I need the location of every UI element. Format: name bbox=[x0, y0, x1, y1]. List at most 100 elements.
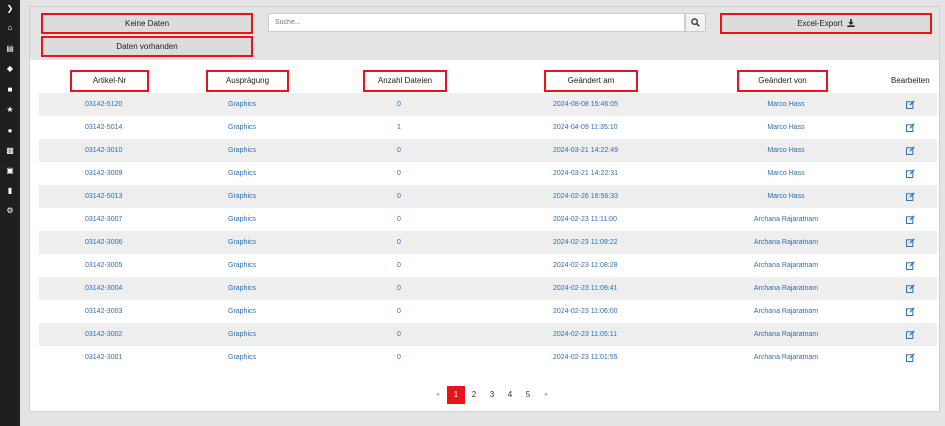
geaendert-am-cell: 2024-02-23 11:11:00 bbox=[553, 216, 617, 223]
edit-icon[interactable] bbox=[906, 254, 915, 277]
artikel-nr-link[interactable]: 03142-3007 bbox=[85, 208, 122, 231]
geaendert-von-cell: Archana Rajaratnam bbox=[753, 216, 819, 223]
chart-icon[interactable]: ● bbox=[0, 124, 20, 138]
artikel-nr-link[interactable]: 03142-3009 bbox=[85, 162, 122, 185]
geaendert-von-cell: Marco Hass bbox=[767, 147, 805, 154]
page-2-button[interactable]: 2 bbox=[465, 386, 483, 404]
artikel-nr-link[interactable]: 03142-5120 bbox=[85, 93, 122, 116]
search-input[interactable] bbox=[268, 13, 685, 32]
artikel-nr-link[interactable]: 03142-3002 bbox=[85, 323, 122, 346]
clipboard-icon[interactable]: ▣ bbox=[0, 164, 20, 178]
main-panel: Keine Daten Daten vorhanden Excel-Export… bbox=[29, 6, 940, 412]
artikel-nr-link[interactable]: 03142-3005 bbox=[85, 254, 122, 277]
edit-icon[interactable] bbox=[906, 208, 915, 231]
geaendert-am-cell: 2024-02-23 11:01:55 bbox=[553, 354, 618, 361]
auspraegung-cell: Graphics bbox=[228, 193, 257, 200]
anzahl-dateien-cell: 0 bbox=[397, 331, 401, 338]
artikel-nr-link[interactable]: 03142-5014 bbox=[85, 116, 122, 139]
table-row: 03142-3004 Graphics 0 2024-02-23 11:09:41 Ar… bbox=[39, 277, 937, 300]
column-header-anzahl-dateien[interactable]: Anzahl Dateien bbox=[363, 70, 447, 92]
page-5-button[interactable]: 5 bbox=[519, 386, 537, 404]
table-row: 03142-3003 Graphics 0 2024-02-23 11:06:00 Ar… bbox=[39, 300, 937, 323]
chevron-right-icon[interactable]: ❯ bbox=[0, 2, 20, 16]
anzahl-dateien-cell: 0 bbox=[397, 193, 401, 200]
anzahl-dateien-cell: 0 bbox=[397, 216, 401, 223]
geaendert-am-cell: 2024-02-23 11:09:22 bbox=[553, 239, 618, 246]
edit-icon[interactable] bbox=[906, 231, 915, 254]
keine-daten-button[interactable]: Keine Daten bbox=[41, 13, 253, 34]
edit-icon[interactable] bbox=[906, 185, 915, 208]
auspraegung-cell: Graphics bbox=[228, 124, 257, 131]
auspraegung-cell: Graphics bbox=[228, 331, 257, 338]
geaendert-am-cell: 2024-03-21 14:22:49 bbox=[553, 147, 618, 154]
search-icon bbox=[691, 18, 700, 27]
column-header-geaendert-von[interactable]: Geändert von bbox=[737, 70, 828, 92]
pagination-next[interactable]: » bbox=[537, 386, 555, 404]
geaendert-am-cell: 2024-03-21 14:22:31 bbox=[553, 170, 618, 177]
auspraegung-cell: Graphics bbox=[228, 170, 257, 177]
data-table: 03142-5120 Graphics 0 2024-08-08 15:46:05 Ma… bbox=[39, 93, 937, 369]
star-icon[interactable]: ★ bbox=[0, 103, 20, 117]
gear-icon[interactable]: ⚙ bbox=[0, 204, 20, 218]
geaendert-von-cell: Marco Hass bbox=[767, 124, 805, 131]
daten-vorhanden-button[interactable]: Daten vorhanden bbox=[41, 36, 253, 57]
artikel-nr-link[interactable]: 03142-3010 bbox=[85, 139, 122, 162]
auspraegung-cell: Graphics bbox=[228, 101, 257, 108]
artikel-nr-link[interactable]: 03142-3006 bbox=[85, 231, 122, 254]
geaendert-von-cell: Archana Rajaratnam bbox=[753, 285, 819, 292]
table-row: 03142-3007 Graphics 0 2024-02-23 11:11:00 Ar… bbox=[39, 208, 937, 231]
sitemap-icon[interactable]: ■ bbox=[0, 83, 20, 97]
artikel-nr-link[interactable]: 03142-5013 bbox=[85, 185, 122, 208]
cart-icon[interactable]: ▤ bbox=[0, 42, 20, 56]
edit-icon[interactable] bbox=[906, 346, 915, 369]
geaendert-von-cell: Archana Rajaratnam bbox=[753, 354, 819, 361]
auspraegung-cell: Graphics bbox=[228, 354, 257, 361]
sidebar: ❯ ⌂ ▤ ◆ ■ ★ ● ▩ ▣ ▮ ⚙ bbox=[0, 0, 20, 426]
anzahl-dateien-cell: 0 bbox=[397, 285, 401, 292]
column-header-auspraegung[interactable]: Ausprägung bbox=[206, 70, 289, 92]
table-row: 03142-3009 Graphics 0 2024-03-21 14:22:31 Ma… bbox=[39, 162, 937, 185]
geaendert-am-cell: 2024-02-23 11:05:11 bbox=[553, 331, 617, 338]
search-button[interactable] bbox=[685, 13, 706, 32]
excel-export-button[interactable]: Excel-Export bbox=[720, 13, 932, 34]
column-header-geaendert-am[interactable]: Geändert am bbox=[544, 70, 638, 92]
page-4-button[interactable]: 4 bbox=[501, 386, 519, 404]
anzahl-dateien-cell: 0 bbox=[397, 147, 401, 154]
edit-icon[interactable] bbox=[906, 116, 915, 139]
pagination: « 1 2 3 4 5 » bbox=[429, 386, 555, 404]
table-row: 03142-5120 Graphics 0 2024-08-08 15:46:05 Ma… bbox=[39, 93, 937, 116]
auspraegung-cell: Graphics bbox=[228, 285, 257, 292]
table-row: 03142-5014 Graphics 1 2024-04-09 11:35:10 Ma… bbox=[39, 116, 937, 139]
geaendert-am-cell: 2024-04-09 11:35:10 bbox=[553, 124, 618, 131]
artikel-nr-link[interactable]: 03142-3001 bbox=[85, 346, 122, 369]
column-header-artikel-nr[interactable]: Artikel-Nr bbox=[70, 70, 149, 92]
edit-icon[interactable] bbox=[906, 277, 915, 300]
home-icon[interactable]: ⌂ bbox=[0, 21, 20, 35]
geaendert-von-cell: Archana Rajaratnam bbox=[753, 262, 819, 269]
factory-icon[interactable]: ▩ bbox=[0, 144, 20, 158]
tags-icon[interactable]: ◆ bbox=[0, 62, 20, 76]
geaendert-von-cell: Marco Hass bbox=[767, 193, 805, 200]
pagination-prev[interactable]: « bbox=[429, 386, 447, 404]
auspraegung-cell: Graphics bbox=[228, 216, 257, 223]
auspraegung-cell: Graphics bbox=[228, 262, 257, 269]
file-icon[interactable]: ▮ bbox=[0, 184, 20, 198]
auspraegung-cell: Graphics bbox=[228, 239, 257, 246]
artikel-nr-link[interactable]: 03142-3003 bbox=[85, 300, 122, 323]
geaendert-am-cell: 2024-02-23 11:09:41 bbox=[553, 285, 618, 292]
geaendert-von-cell: Archana Rajaratnam bbox=[753, 308, 819, 315]
edit-icon[interactable] bbox=[906, 300, 915, 323]
table-row: 03142-3005 Graphics 0 2024-02-23 11:08:28 Ar… bbox=[39, 254, 937, 277]
edit-icon[interactable] bbox=[906, 93, 915, 116]
edit-icon[interactable] bbox=[906, 323, 915, 346]
anzahl-dateien-cell: 1 bbox=[397, 124, 401, 131]
anzahl-dateien-cell: 0 bbox=[397, 354, 401, 361]
edit-icon[interactable] bbox=[906, 162, 915, 185]
page-3-button[interactable]: 3 bbox=[483, 386, 501, 404]
edit-icon[interactable] bbox=[906, 139, 915, 162]
table-row: 03142-3010 Graphics 0 2024-03-21 14:22:49 Ma… bbox=[39, 139, 937, 162]
page-1-button[interactable]: 1 bbox=[447, 386, 465, 404]
geaendert-von-cell: Marco Hass bbox=[767, 170, 805, 177]
artikel-nr-link[interactable]: 03142-3004 bbox=[85, 277, 122, 300]
geaendert-am-cell: 2024-02-23 11:06:00 bbox=[553, 308, 618, 315]
